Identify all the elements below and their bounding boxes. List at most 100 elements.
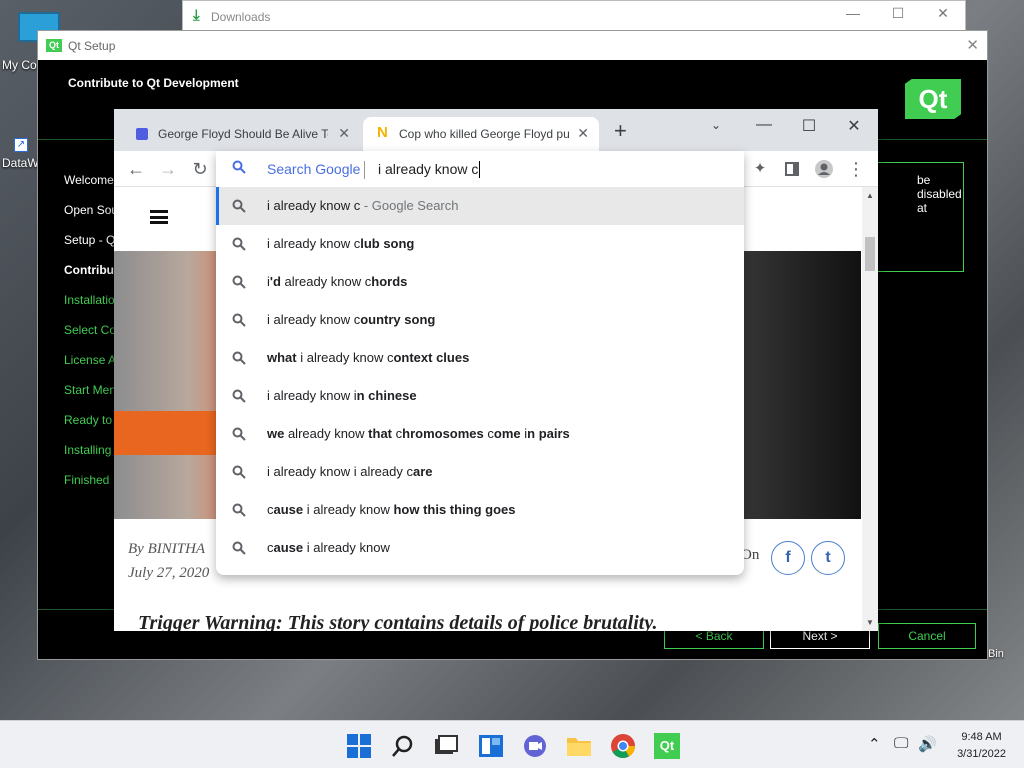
omnibox-suggestion[interactable]: cause i already know bbox=[216, 529, 744, 567]
qt-step: Setup - Q bbox=[64, 233, 116, 247]
chat-icon[interactable] bbox=[522, 733, 548, 759]
omnibox-suggestion[interactable]: i'd already know chords bbox=[216, 263, 744, 301]
side-panel-icon[interactable] bbox=[782, 159, 802, 179]
tab-title: Cop who killed George Floyd pul bbox=[399, 127, 569, 141]
search-icon bbox=[232, 465, 246, 479]
omnibox-suggestion[interactable]: we already know that chromosomes come in… bbox=[216, 415, 744, 453]
suggestion-text: i already know in chinese bbox=[267, 388, 417, 403]
suggestion-fragment: c bbox=[392, 426, 403, 441]
search-icon bbox=[232, 389, 246, 403]
reload-icon[interactable]: ↻ bbox=[190, 159, 210, 179]
omnibox-suggestion[interactable]: what i already know context clues bbox=[216, 339, 744, 377]
divider bbox=[364, 161, 365, 179]
close-button[interactable]: ✕ bbox=[844, 116, 864, 136]
back-arrow-icon[interactable]: ← bbox=[126, 159, 146, 179]
close-icon[interactable]: ✕ bbox=[577, 125, 589, 142]
chevron-down-icon[interactable]: ⌄ bbox=[706, 118, 726, 132]
address-bar[interactable]: Search Google i already know c bbox=[216, 151, 744, 187]
close-button[interactable]: ✕ bbox=[928, 5, 958, 22]
suggestion-match: ome bbox=[493, 426, 521, 441]
volume-icon[interactable]: 🔊 bbox=[918, 735, 937, 753]
task-view-icon[interactable] bbox=[433, 733, 459, 759]
trigger-warning-text: Trigger Warning: This story contains det… bbox=[138, 612, 658, 631]
scroll-up-icon[interactable]: ▲ bbox=[866, 191, 874, 200]
widgets-icon[interactable] bbox=[478, 733, 504, 759]
qt-step: Installatio bbox=[64, 293, 115, 307]
page-scrollbar[interactable]: ▲ ▼ bbox=[862, 187, 878, 631]
search-icon bbox=[232, 541, 246, 555]
suggestion-fragment: i already know c bbox=[296, 350, 394, 365]
qt-option-text: be disabled at bbox=[917, 173, 962, 215]
suggestion-text: we already know that chromosomes come in… bbox=[267, 426, 570, 441]
tab-strip: George Floyd Should Be Alive To ✕ N Cop … bbox=[114, 109, 878, 151]
kebab-menu-icon[interactable]: ⋮ bbox=[846, 159, 866, 179]
suggestion-fragment: c bbox=[483, 426, 494, 441]
forward-arrow-icon[interactable]: → bbox=[158, 159, 178, 179]
downloads-title: Downloads bbox=[211, 10, 271, 24]
suggestion-fragment: i already know i already c bbox=[267, 464, 413, 479]
minimize-button[interactable]: — bbox=[754, 116, 774, 134]
facebook-icon[interactable]: f bbox=[771, 541, 805, 575]
omnibox-suggestion[interactable]: i already know club song bbox=[216, 225, 744, 263]
suggestion-text: cause i already know bbox=[267, 540, 390, 555]
omnibox-suggestion[interactable]: i already know in chinese bbox=[216, 377, 744, 415]
suggestion-match: 'd bbox=[269, 274, 281, 289]
recycle-bin-label[interactable]: Bin bbox=[988, 648, 1004, 660]
extensions-puzzle-icon[interactable]: ✦ bbox=[750, 159, 770, 179]
maximize-button[interactable]: ☐ bbox=[883, 5, 913, 22]
cancel-button[interactable]: Cancel bbox=[878, 623, 976, 649]
qt-step-current: Contributi bbox=[64, 263, 122, 277]
suggestion-match: that bbox=[368, 426, 393, 441]
qt-step: Ready to I bbox=[64, 413, 119, 427]
omnibox-query[interactable]: i already know c bbox=[378, 161, 478, 177]
qt-icon[interactable]: Qt bbox=[654, 733, 680, 759]
suggestion-text: what i already know context clues bbox=[267, 350, 469, 365]
suggestion-match: pairs bbox=[535, 426, 570, 441]
search-icon bbox=[232, 160, 246, 174]
windows-start-icon[interactable] bbox=[346, 733, 372, 759]
qt-step: Finished bbox=[64, 473, 110, 487]
omnibox-suggestion[interactable]: i already know c - Google Search bbox=[216, 187, 744, 225]
suggestion-text: i already know country song bbox=[267, 312, 435, 327]
suggestion-fragment: already know bbox=[284, 426, 369, 441]
search-icon[interactable] bbox=[390, 733, 416, 759]
suggestion-fragment: - Google Search bbox=[360, 198, 459, 213]
search-icon bbox=[232, 427, 246, 441]
omnibox-suggestion[interactable]: cause i already know how this thing goes bbox=[216, 491, 744, 529]
profile-avatar-icon[interactable] bbox=[814, 159, 834, 179]
close-icon[interactable]: ✕ bbox=[966, 36, 979, 54]
search-icon bbox=[232, 313, 246, 327]
search-icon bbox=[232, 199, 246, 213]
suggestion-match: how this thing goes bbox=[393, 502, 516, 517]
minimize-button[interactable]: — bbox=[838, 5, 868, 21]
taskbar: Qt ⌃ 🖵 🔊 9:48 AM 3/31/2022 bbox=[0, 720, 1024, 768]
omnibox-suggestion[interactable]: i already know i already care bbox=[216, 453, 744, 491]
chrome-icon[interactable] bbox=[610, 733, 636, 759]
suggestion-match: ause bbox=[273, 502, 304, 517]
tab-george-floyd[interactable]: George Floyd Should Be Alive To ✕ bbox=[122, 117, 360, 151]
twitter-icon[interactable]: t bbox=[811, 541, 845, 575]
chevron-up-icon[interactable]: ⌃ bbox=[868, 735, 881, 753]
maximize-button[interactable]: ☐ bbox=[799, 116, 819, 136]
new-tab-button[interactable]: + bbox=[614, 120, 627, 142]
suggestion-fragment: i already know bbox=[303, 540, 390, 555]
close-icon[interactable]: ✕ bbox=[338, 125, 350, 142]
qt-steps-sidebar: Welcome Open Sou Setup - Q Contributi In… bbox=[64, 171, 121, 501]
suggestion-text: i already know c - Google Search bbox=[267, 198, 459, 213]
omnibox-dropdown: Search Google i already know c i already… bbox=[216, 151, 744, 575]
scroll-thumb[interactable] bbox=[865, 237, 875, 271]
tab-cop-article[interactable]: N Cop who killed George Floyd pul ✕ bbox=[363, 117, 599, 151]
clock[interactable]: 9:48 AM 3/31/2022 bbox=[957, 729, 1006, 763]
qt-option-box: be disabled at bbox=[874, 162, 964, 272]
omnibox-suggestion[interactable]: i already know country song bbox=[216, 301, 744, 339]
qt-step: Start Men bbox=[64, 383, 117, 397]
suggestion-match: ountry song bbox=[360, 312, 436, 327]
suggestion-match: we bbox=[267, 426, 285, 441]
scroll-down-icon[interactable]: ▼ bbox=[866, 618, 874, 627]
network-icon[interactable]: 🖵 bbox=[894, 735, 908, 752]
downloads-window: ⤓ Downloads — ☐ ✕ bbox=[182, 0, 966, 32]
suggestion-match: hords bbox=[371, 274, 408, 289]
suggestion-match: lub song bbox=[360, 236, 415, 251]
file-explorer-icon[interactable] bbox=[566, 733, 592, 759]
hamburger-menu-icon[interactable] bbox=[150, 210, 168, 224]
